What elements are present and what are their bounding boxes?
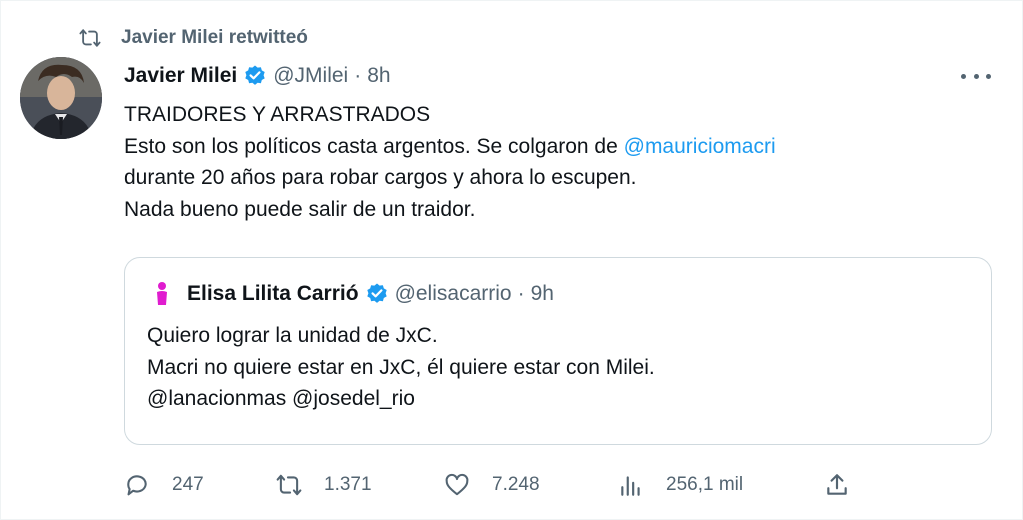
views-icon bbox=[618, 472, 644, 498]
tweet-text: TRAIDORES Y ARRASTRADOS Esto son los pol… bbox=[124, 99, 984, 225]
quoted-author-handle[interactable]: @elisacarrio bbox=[395, 282, 512, 306]
tweet-card: Javier Milei retwitteó Javier Milei @JMi… bbox=[0, 0, 1023, 520]
tweet-timestamp[interactable]: 8h bbox=[367, 64, 390, 88]
tweet-line: Nada bueno puede salir de un traidor. bbox=[124, 197, 476, 221]
quoted-tweet[interactable]: Elisa Lilita Carrió @elisacarrio · 9h Qu… bbox=[124, 257, 992, 445]
like-button[interactable]: 7.248 bbox=[444, 466, 540, 504]
verified-badge-icon[interactable] bbox=[243, 64, 267, 88]
retweet-label: Javier Milei retwitteó bbox=[121, 27, 308, 48]
reply-icon bbox=[124, 472, 150, 498]
quoted-tweet-header: Elisa Lilita Carrió @elisacarrio · 9h bbox=[147, 278, 554, 310]
views-button[interactable]: 256,1 mil bbox=[618, 466, 743, 504]
quoted-timestamp[interactable]: 9h bbox=[531, 282, 554, 306]
retweet-icon bbox=[77, 27, 103, 49]
reply-count: 247 bbox=[172, 474, 204, 495]
quoted-line: @lanacionmas @josedel_rio bbox=[147, 387, 415, 410]
mention-link[interactable]: @mauriciomacri bbox=[624, 135, 776, 158]
retweet-button[interactable]: 1.371 bbox=[276, 466, 372, 504]
tweet-line: TRAIDORES Y ARRASTRADOS bbox=[124, 103, 431, 126]
retweet-context[interactable]: Javier Milei retwitteó bbox=[77, 25, 308, 51]
like-count: 7.248 bbox=[492, 474, 540, 495]
action-bar: 247 1.371 7.248 256,1 mil bbox=[124, 466, 864, 504]
author-handle[interactable]: @JMilei bbox=[273, 64, 348, 88]
retweet-count: 1.371 bbox=[324, 474, 372, 495]
quoted-line: Quiero lograr la unidad de JxC. bbox=[147, 324, 438, 347]
share-icon bbox=[824, 472, 850, 498]
more-options-icon[interactable] bbox=[961, 65, 991, 87]
retweet-icon bbox=[276, 472, 302, 498]
quoted-author-name[interactable]: Elisa Lilita Carrió bbox=[187, 282, 359, 306]
share-button[interactable] bbox=[824, 466, 872, 504]
quoted-tweet-text: Quiero lograr la unidad de JxC. Macri no… bbox=[147, 320, 977, 415]
author-name[interactable]: Javier Milei bbox=[124, 64, 237, 88]
tweet-header: Javier Milei @JMilei · 8h bbox=[124, 61, 391, 91]
quoted-avatar[interactable] bbox=[147, 279, 177, 309]
avatar[interactable] bbox=[20, 57, 102, 139]
separator-dot: · bbox=[517, 282, 525, 305]
tweet-line: Esto son los políticos casta argentos. S… bbox=[124, 131, 984, 163]
views-count: 256,1 mil bbox=[666, 474, 744, 495]
reply-button[interactable]: 247 bbox=[124, 466, 204, 504]
verified-badge-icon[interactable] bbox=[365, 282, 389, 306]
quoted-line: Macri no quiere estar en JxC, él quiere … bbox=[147, 355, 655, 379]
separator-dot: · bbox=[354, 64, 362, 87]
tweet-line: durante 20 años para robar cargos y ahor… bbox=[124, 166, 637, 189]
tweet-line-text: Esto son los políticos casta argentos. S… bbox=[124, 134, 624, 158]
heart-icon bbox=[444, 472, 470, 498]
